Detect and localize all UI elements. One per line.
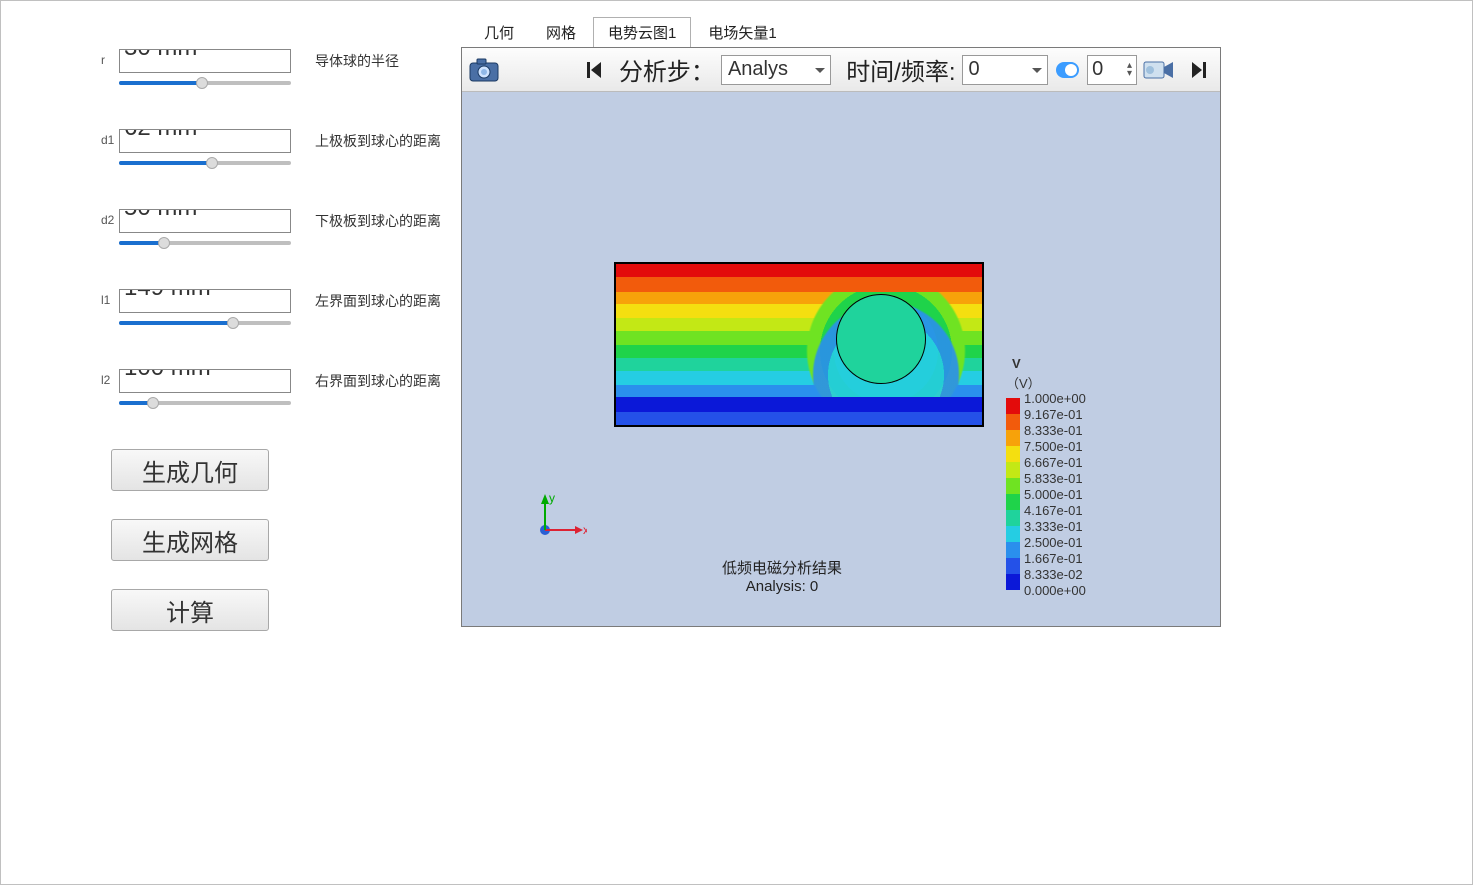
param-slider-l1[interactable] [119, 315, 291, 331]
param-tag: d2 [101, 209, 119, 227]
video-camera-icon [1143, 59, 1175, 81]
param-row-l2: l2 100 mm 右界面到球心的距离 [11, 369, 461, 411]
param-slider-l2[interactable] [119, 395, 291, 411]
param-input-d2[interactable]: 50 mm [119, 209, 291, 233]
legend-value: 5.833e-01 [1024, 471, 1083, 486]
param-tag: d1 [101, 129, 119, 147]
compute-button[interactable]: 计算 [111, 589, 269, 631]
viewer-toolbar: 分析步： Analys 时间/频率: 0 0 ▴▾ [462, 48, 1220, 92]
param-slider-d2[interactable] [119, 235, 291, 251]
param-row-d1: d1 62 mm 上极板到球心的距离 [11, 129, 461, 171]
legend-swatch [1006, 430, 1020, 446]
legend-swatch [1006, 494, 1020, 510]
generate-mesh-button[interactable]: 生成网格 [111, 519, 269, 561]
screenshot-button[interactable] [466, 52, 502, 88]
param-label: 导体球的半径 [291, 49, 461, 71]
param-tag: l2 [101, 369, 119, 387]
param-row-l1: l1 149 mm 左界面到球心的距离 [11, 289, 461, 331]
legend-value: 1.667e-01 [1024, 551, 1083, 566]
spinner-arrows-icon: ▴▾ [1127, 62, 1132, 78]
tab-3[interactable]: 电场矢量1 [693, 17, 791, 47]
conductor-sphere [836, 294, 926, 384]
svg-text:x: x [583, 523, 587, 537]
param-tag: r [101, 49, 119, 67]
legend-value: 6.667e-01 [1024, 455, 1083, 470]
frame-spinner-value: 0 [1092, 58, 1103, 81]
legend-swatch [1006, 462, 1020, 478]
param-label: 左界面到球心的距离 [291, 289, 461, 311]
legend-value: 5.000e-01 [1024, 487, 1083, 502]
axis-triad: x y [527, 492, 587, 552]
param-slider-d1[interactable] [119, 155, 291, 171]
viewer-frame: 分析步： Analys 时间/频率: 0 0 ▴▾ [461, 47, 1221, 627]
analysis-step-label: 分析步： [615, 52, 719, 87]
camera-icon [469, 58, 499, 82]
legend-swatch [1006, 398, 1020, 414]
param-row-d2: d2 50 mm 下极板到球心的距离 [11, 209, 461, 251]
legend-swatch [1006, 510, 1020, 526]
tab-0[interactable]: 几何 [469, 17, 529, 47]
legend-value: 9.167e-01 [1024, 407, 1083, 422]
param-input-d1[interactable]: 62 mm [119, 129, 291, 153]
param-input-l2[interactable]: 100 mm [119, 369, 291, 393]
result-caption-line1: 低频电磁分析结果 [722, 557, 842, 578]
legend-value: 0.000e+00 [1024, 583, 1086, 598]
legend-value: 2.500e-01 [1024, 535, 1083, 550]
parameter-panel: r 30 mm 导体球的半径 d1 62 mm 上极板到球心的距离 d2 50 … [11, 19, 461, 874]
skip-start-icon [585, 60, 605, 80]
legend-swatch [1006, 574, 1020, 590]
param-slider-r[interactable] [119, 75, 291, 91]
legend-swatch [1006, 558, 1020, 574]
param-label: 下极板到球心的距离 [291, 209, 461, 231]
svg-text:y: y [549, 492, 555, 505]
param-input-r[interactable]: 30 mm [119, 49, 291, 73]
param-label: 右界面到球心的距离 [291, 369, 461, 391]
legend-title: V [1012, 356, 1086, 371]
analysis-step-select[interactable]: Analys [721, 55, 831, 85]
legend-value: 4.167e-01 [1024, 503, 1083, 518]
record-button[interactable] [1141, 52, 1177, 88]
legend-row: 0.000e+00 [1006, 590, 1086, 606]
legend-swatch [1006, 478, 1020, 494]
generate-geometry-button[interactable]: 生成几何 [111, 449, 269, 491]
step-last-button[interactable] [1180, 52, 1216, 88]
skip-end-icon [1188, 60, 1208, 80]
legend-swatch [1006, 526, 1020, 542]
frame-spinner[interactable]: 0 ▴▾ [1087, 55, 1137, 85]
color-legend: V （V） 1.000e+00 9.167e-01 8.333e-01 7.50… [1006, 356, 1086, 606]
legend-unit: （V） [1006, 373, 1086, 392]
param-input-l1[interactable]: 149 mm [119, 289, 291, 313]
tab-2[interactable]: 电势云图1 [593, 17, 691, 48]
result-caption: 低频电磁分析结果 Analysis: 0 [722, 557, 842, 595]
analysis-step-value: Analys [728, 58, 788, 81]
legend-value: 1.000e+00 [1024, 391, 1086, 406]
sync-toggle[interactable] [1056, 62, 1080, 78]
param-tag: l1 [101, 289, 119, 307]
legend-swatch [1006, 446, 1020, 462]
step-first-button[interactable] [576, 52, 612, 88]
legend-swatch [1006, 590, 1020, 606]
time-freq-value: 0 [969, 58, 980, 81]
legend-value: 3.333e-01 [1024, 519, 1083, 534]
legend-swatch [1006, 414, 1020, 430]
legend-value: 8.333e-02 [1024, 567, 1083, 582]
tab-1[interactable]: 网格 [531, 17, 591, 47]
param-row-r: r 30 mm 导体球的半径 [11, 49, 461, 91]
legend-value: 8.333e-01 [1024, 423, 1083, 438]
legend-swatch [1006, 542, 1020, 558]
time-freq-select[interactable]: 0 [962, 55, 1048, 85]
time-freq-label: 时间/频率: [842, 52, 959, 87]
contour-plot [614, 262, 984, 427]
result-caption-line2: Analysis: 0 [722, 578, 842, 595]
view-tabs: 几何网格电势云图1电场矢量1 [461, 19, 1462, 47]
param-label: 上极板到球心的距离 [291, 129, 461, 151]
result-canvas[interactable]: x y 低频电磁分析结果 Analysis: 0 V （V） 1.000e+00 [462, 92, 1220, 626]
legend-value: 7.500e-01 [1024, 439, 1083, 454]
